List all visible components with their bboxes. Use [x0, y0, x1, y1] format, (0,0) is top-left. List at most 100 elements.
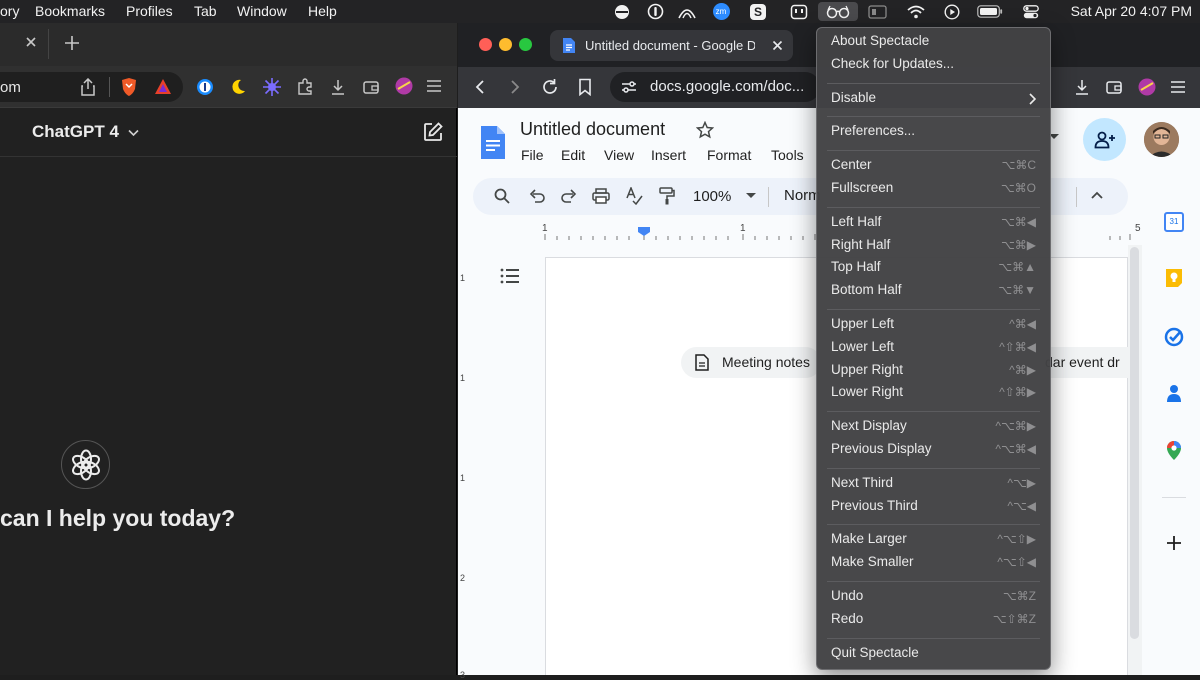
maps-icon[interactable] [1166, 440, 1182, 461]
profile-avatar-icon[interactable] [1138, 78, 1156, 96]
spectacle-menu-item[interactable]: Bottom Half [831, 282, 902, 297]
reload-icon[interactable] [541, 78, 559, 96]
screen-icon[interactable] [788, 2, 810, 21]
brave-rewards-icon[interactable] [154, 78, 172, 95]
close-window-button[interactable] [479, 38, 492, 51]
back-icon[interactable] [474, 79, 486, 95]
spectacle-menu-item[interactable]: Disable [831, 90, 876, 105]
search-menus-icon[interactable] [494, 188, 510, 204]
spectacle-icon[interactable] [818, 2, 858, 21]
menu-format[interactable]: Format [707, 147, 751, 163]
wallet-icon[interactable] [362, 78, 380, 96]
keep-icon[interactable] [1165, 268, 1183, 288]
undo-icon[interactable] [529, 189, 545, 203]
menu-view[interactable]: View [604, 147, 634, 163]
spectacle-menu-item[interactable]: Undo [831, 588, 863, 603]
menu-window[interactable]: Window [237, 3, 287, 19]
menu-help[interactable]: Help [308, 3, 337, 19]
outline-icon[interactable] [500, 267, 520, 285]
wallet-icon[interactable] [1105, 78, 1123, 96]
share-icon[interactable] [80, 78, 96, 96]
control-center-icon[interactable] [1020, 2, 1042, 21]
redo-icon[interactable] [561, 189, 577, 203]
meeting-notes-chip[interactable]: Meeting notes [681, 347, 821, 378]
spectacle-menu-item[interactable]: Quit Spectacle [831, 645, 919, 660]
spectacle-menu-item[interactable]: Make Smaller [831, 554, 914, 569]
spectacle-menu-item[interactable]: Redo [831, 611, 863, 626]
contacts-icon[interactable] [1166, 383, 1182, 403]
spectacle-menu-item[interactable]: Upper Left [831, 316, 894, 331]
sparkle-extension-icon[interactable] [262, 77, 282, 97]
add-addon-icon[interactable] [1166, 535, 1182, 551]
spectacle-menu-item[interactable]: Center [831, 157, 872, 172]
extensions-puzzle-icon[interactable] [296, 78, 314, 96]
arc-icon[interactable] [676, 2, 698, 21]
menu-edit[interactable]: Edit [561, 147, 585, 163]
paint-format-icon[interactable] [659, 187, 675, 205]
spectacle-menu-item[interactable]: Make Larger [831, 531, 907, 546]
s-app-icon[interactable]: S [748, 2, 768, 21]
close-tab-icon[interactable] [772, 40, 783, 51]
new-tab-icon[interactable] [64, 35, 80, 51]
spectacle-menu-item[interactable]: Next Third [831, 475, 893, 490]
star-icon[interactable] [696, 121, 714, 139]
tasks-icon[interactable] [1164, 327, 1184, 347]
zoom-window-button[interactable] [519, 38, 532, 51]
menu-icon[interactable] [426, 79, 442, 93]
spectacle-menu-item[interactable]: Previous Third [831, 498, 918, 513]
menu-tools[interactable]: Tools [771, 147, 804, 163]
right-address-bar[interactable]: docs.google.com/doc... [610, 72, 820, 102]
left-address-bar[interactable]: om [0, 72, 183, 102]
spectacle-menu-item[interactable]: Next Display [831, 418, 907, 433]
zoom-select[interactable]: 100% [693, 188, 731, 205]
close-tab-icon[interactable] [25, 36, 37, 48]
spectacle-menu-item[interactable]: Preferences... [831, 123, 915, 138]
share-button[interactable] [1083, 118, 1126, 161]
spectacle-menu-item[interactable]: Fullscreen [831, 180, 893, 195]
minimize-window-button[interactable] [499, 38, 512, 51]
spectacle-menu-item[interactable]: Top Half [831, 259, 881, 274]
spellcheck-icon[interactable] [625, 187, 643, 205]
docs-logo-icon[interactable] [480, 125, 506, 160]
spectacle-menu-item[interactable]: About Spectacle [831, 33, 929, 48]
contrast-icon[interactable] [612, 2, 632, 21]
scrollbar-thumb[interactable] [1130, 247, 1139, 639]
menu-insert[interactable]: Insert [651, 147, 686, 163]
spectacle-menu-item[interactable]: Upper Right [831, 362, 903, 377]
profile-avatar-icon[interactable] [395, 77, 413, 95]
battery-icon[interactable] [976, 2, 1004, 21]
menu-icon[interactable] [1170, 80, 1186, 94]
zoom-dropdown-icon[interactable] [746, 193, 756, 199]
docs-tab[interactable]: Untitled document - Google Do [550, 30, 793, 61]
menu-file[interactable]: File [521, 147, 544, 163]
calendar-icon[interactable]: 31 [1164, 212, 1184, 232]
account-avatar[interactable] [1144, 122, 1179, 157]
menu-tab[interactable]: Tab [194, 3, 217, 19]
onepassword-icon[interactable] [645, 2, 665, 21]
forward-icon[interactable] [509, 79, 521, 95]
spectacle-menu-item[interactable]: Check for Updates... [831, 56, 954, 71]
menu-history[interactable]: ory [0, 3, 19, 19]
scrollbar-track[interactable] [1128, 245, 1142, 675]
moon-extension-icon[interactable] [229, 78, 247, 96]
menu-bookmarks[interactable]: Bookmarks [35, 3, 105, 19]
collapse-toolbar-icon[interactable] [1090, 190, 1104, 200]
wifi-icon[interactable] [905, 2, 927, 21]
spectacle-menu-item[interactable]: Lower Right [831, 384, 903, 399]
downloads-icon[interactable] [329, 78, 347, 96]
bookmark-icon[interactable] [578, 78, 592, 96]
menu-profiles[interactable]: Profiles [126, 3, 173, 19]
play-icon[interactable] [942, 2, 962, 21]
menubar-clock[interactable]: Sat Apr 20 4:07 PM [1071, 3, 1192, 19]
spectacle-menu-item[interactable]: Right Half [831, 237, 890, 252]
downloads-icon[interactable] [1073, 78, 1091, 96]
print-icon[interactable] [592, 188, 610, 204]
site-settings-icon[interactable] [621, 80, 637, 94]
onepassword-extension-icon[interactable] [196, 78, 214, 96]
new-chat-icon[interactable] [422, 121, 444, 143]
cc-icon[interactable] [866, 2, 888, 21]
brave-shield-icon[interactable] [120, 77, 138, 97]
zoom-icon[interactable]: zm [711, 2, 731, 21]
spectacle-menu-item[interactable]: Previous Display [831, 441, 932, 456]
spectacle-menu-item[interactable]: Left Half [831, 214, 881, 229]
